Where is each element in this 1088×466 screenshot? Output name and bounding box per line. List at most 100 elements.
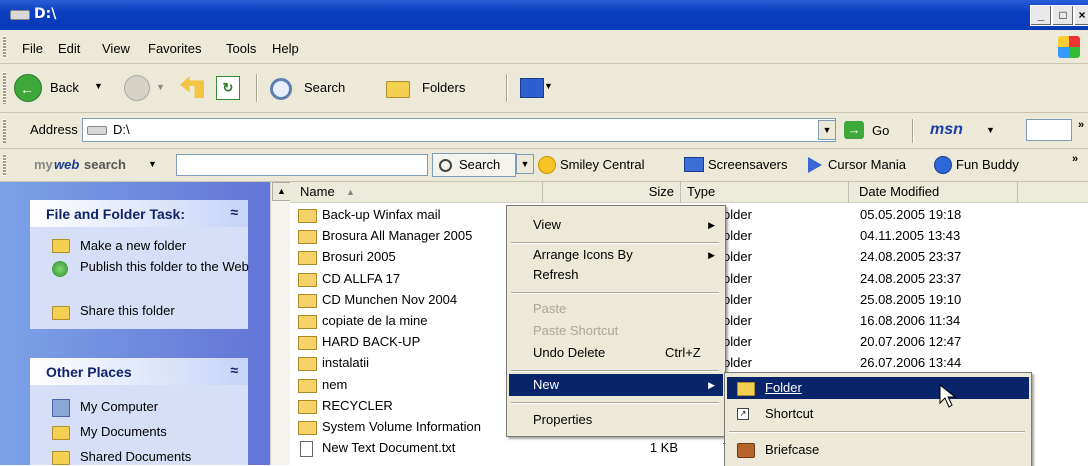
folder-icon: [298, 357, 317, 372]
my-computer-link[interactable]: My Computer: [80, 399, 158, 414]
menu-edit[interactable]: Edit: [58, 41, 80, 56]
menu-item-new[interactable]: New ▶: [509, 374, 723, 396]
other-places-panel: My Computer My Documents Shared Document…: [30, 385, 248, 465]
brand-mid: web: [54, 157, 80, 172]
file-name: HARD BACK-UP: [322, 334, 421, 350]
menu-favorites[interactable]: Favorites: [148, 41, 201, 56]
standard-toolbar: ← Back ▼ ▼ ↻ Search Folders ▼: [0, 64, 1088, 113]
file-name: RECYCLER: [322, 397, 393, 413]
websearch-input[interactable]: [176, 154, 428, 176]
file-date: 04.11.2005 13:43: [860, 228, 961, 244]
smiley-central-link[interactable]: Smiley Central: [538, 155, 688, 175]
fun-buddy-link[interactable]: Fun Buddy: [934, 155, 1044, 175]
briefcase-label: Briefcase: [765, 442, 820, 457]
paste-label: Paste: [533, 301, 567, 316]
address-input[interactable]: D:\: [82, 118, 836, 142]
file-type: older: [723, 291, 752, 307]
folder-icon: [737, 382, 755, 396]
collapse-icon[interactable]: ≈: [230, 362, 238, 378]
share-folder-icon: [52, 306, 70, 320]
file-date: 24.08.2005 23:37: [860, 249, 962, 265]
name-column-header[interactable]: Name ▲: [290, 182, 543, 203]
file-folder-tasks-header[interactable]: File and Folder Task: ≈: [30, 200, 248, 227]
msn-search-input[interactable]: [1026, 119, 1072, 141]
close-button[interactable]: ×: [1074, 5, 1088, 26]
menu-item-paste: Paste: [509, 298, 723, 320]
minimize-button[interactable]: _: [1030, 5, 1052, 26]
file-folder-tasks-panel: Make a new folder Publish this folder to…: [30, 227, 250, 329]
msn-logo: msn: [930, 121, 963, 138]
scroll-up-button[interactable]: ▲: [272, 182, 291, 201]
file-name: CD Munchen Nov 2004: [322, 291, 458, 307]
type-column-header[interactable]: Type: [681, 182, 849, 203]
window-title: D:\: [34, 6, 57, 22]
size-column-header[interactable]: Size: [543, 182, 681, 203]
cursor-mania-label: Cursor Mania: [828, 157, 907, 172]
folder-icon: [298, 293, 317, 308]
context-menu: View ▶ Arrange Icons By ▶ Refresh Paste Pa…: [506, 205, 726, 437]
back-button[interactable]: ← Back ▼: [12, 72, 122, 104]
up-folder-icon[interactable]: [180, 76, 204, 98]
menu-item-paste-shortcut: Paste Shortcut: [509, 320, 723, 342]
fun-buddy-label: Fun Buddy: [956, 157, 1019, 172]
smiley-central-label: Smiley Central: [560, 157, 645, 172]
brand-suffix: search: [84, 157, 126, 172]
menu-item-properties[interactable]: Properties: [509, 409, 723, 431]
extra-column-header: [1018, 182, 1088, 203]
msn-button[interactable]: msn ▼: [930, 119, 1010, 143]
vertical-scrollbar[interactable]: ▲: [270, 182, 291, 465]
drive-icon: [87, 126, 107, 135]
size-header-label: Size: [648, 184, 674, 199]
address-bar: Address D:\ ▼ → Go msn ▼ »: [0, 113, 1088, 149]
shortcut-label: Shortcut: [765, 406, 814, 421]
views-icon: [520, 78, 544, 98]
publish-folder-link[interactable]: Publish this folder to the Web: [80, 260, 250, 273]
date-header-label: Date Modified: [859, 184, 940, 199]
menu-item-arrange-icons[interactable]: Arrange Icons By ▶: [509, 244, 723, 266]
fun-buddy-icon: [934, 156, 952, 174]
address-dropdown[interactable]: ▼: [818, 120, 836, 140]
date-column-header[interactable]: Date Modified: [849, 182, 1018, 203]
websearch-dropdown[interactable]: ▼: [516, 154, 534, 174]
folders-label: Folders: [422, 80, 466, 95]
cursor-mania-link[interactable]: Cursor Mania: [808, 155, 928, 175]
submenu-item-shortcut[interactable]: ↗ Shortcut: [727, 403, 1029, 425]
menu-item-refresh[interactable]: Refresh: [509, 264, 723, 286]
submenu-item-folder[interactable]: Folder: [727, 377, 1029, 399]
places-title: Other Places: [46, 364, 132, 380]
monitor-icon: [684, 157, 704, 172]
menu-item-undo-delete[interactable]: Undo Delete Ctrl+Z: [509, 342, 723, 364]
make-new-folder-link[interactable]: Make a new folder: [80, 238, 186, 253]
menu-file[interactable]: File: [22, 41, 43, 56]
drive-icon: [10, 10, 30, 20]
views-button[interactable]: ▼: [516, 76, 556, 100]
refresh-icon[interactable]: ↻: [216, 76, 240, 100]
my-documents-link[interactable]: My Documents: [80, 424, 167, 439]
search-button[interactable]: Search: [262, 72, 358, 104]
go-button[interactable]: → Go: [842, 119, 910, 143]
menu-help[interactable]: Help: [272, 41, 299, 56]
file-type: older: [723, 228, 752, 244]
properties-label: Properties: [533, 412, 593, 427]
shared-documents-link[interactable]: Shared Documents: [80, 449, 191, 464]
share-folder-link[interactable]: Share this folder: [80, 303, 175, 318]
new-folder-icon: [52, 239, 70, 253]
menu-tools[interactable]: Tools: [226, 41, 256, 56]
address-label: Address: [30, 122, 78, 137]
maximize-button[interactable]: □: [1052, 5, 1074, 26]
search-label: Search: [304, 80, 346, 95]
file-name: New Text Document.txt: [322, 440, 456, 456]
websearch-button[interactable]: Search: [432, 153, 516, 177]
file-name: System Volume Information: [322, 419, 481, 434]
submenu-item-briefcase[interactable]: Briefcase: [727, 439, 1029, 461]
file-name: nem: [322, 376, 348, 392]
other-places-header[interactable]: Other Places ≈: [30, 358, 248, 385]
screensavers-link[interactable]: Screensavers: [684, 155, 814, 175]
forward-button[interactable]: [124, 75, 150, 101]
collapse-icon[interactable]: ≈: [230, 204, 238, 220]
shortcut-icon: ↗: [737, 408, 749, 420]
menu-item-view[interactable]: View ▶: [509, 214, 723, 236]
folders-button[interactable]: Folders: [372, 72, 482, 104]
text-file-icon: [300, 441, 313, 458]
menu-view[interactable]: View: [102, 41, 130, 56]
